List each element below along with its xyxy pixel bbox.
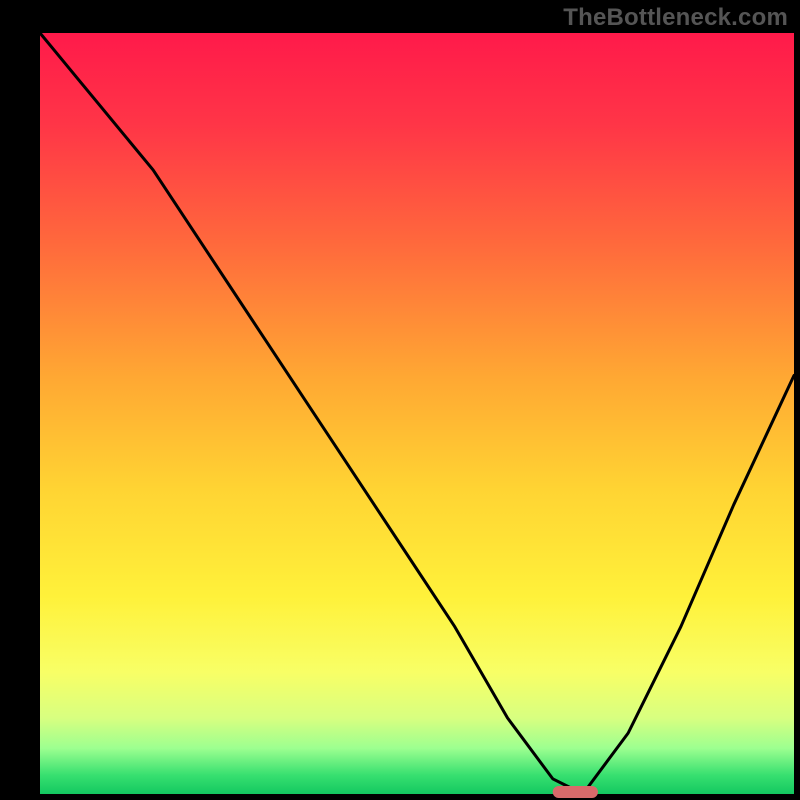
watermark-text: TheBottleneck.com (563, 4, 788, 32)
optimal-marker (553, 786, 598, 798)
plot-background (40, 33, 794, 794)
chart-svg (0, 0, 800, 800)
chart-root: TheBottleneck.com (0, 0, 800, 800)
